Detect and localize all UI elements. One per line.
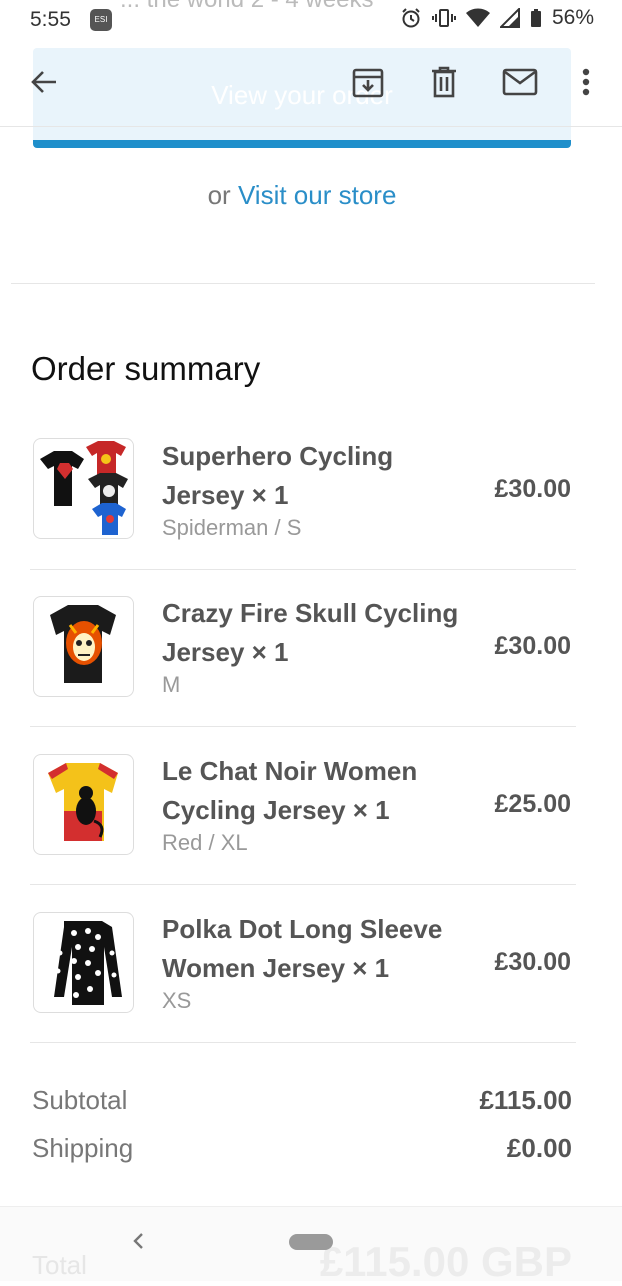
- archive-icon: [352, 68, 384, 98]
- store-line: or Visit our store: [0, 180, 604, 211]
- product-thumbnail: [33, 912, 134, 1013]
- more-options-button[interactable]: [578, 64, 594, 100]
- total-label: Total: [32, 1250, 87, 1280]
- arrow-left-icon: [31, 71, 56, 93]
- product-thumbnail: [33, 754, 134, 855]
- product-thumbnail: [33, 438, 134, 539]
- signal-icon: [499, 8, 520, 28]
- status-time: 5:55: [30, 8, 71, 31]
- item-variant: Red / XL: [162, 830, 248, 855]
- item-name: Crazy Fire Skull Cycling Jersey × 1: [162, 598, 459, 667]
- item-price: £30.00: [494, 948, 571, 976]
- visit-store-link[interactable]: Visit our store: [238, 180, 396, 210]
- item-price: £25.00: [494, 790, 571, 818]
- order-item: Superhero Cycling Jersey × 1 Spiderman /…: [30, 412, 576, 570]
- shipping-label: Shipping: [32, 1133, 134, 1163]
- item-variant: Spiderman / S: [162, 515, 302, 540]
- item-name: Superhero Cycling Jersey × 1: [162, 441, 394, 510]
- item-variant: M: [162, 672, 181, 697]
- order-item: Le Chat Noir Women Cycling Jersey × 1 Re…: [30, 727, 576, 885]
- item-price: £30.00: [494, 475, 571, 503]
- total-value: £115.00 GBP: [319, 1238, 572, 1285]
- more-vertical-icon: [582, 68, 590, 96]
- order-item: Crazy Fire Skull Cycling Jersey × 1 M £3…: [30, 569, 576, 727]
- order-item: Polka Dot Long Sleeve Women Jersey × 1 X…: [30, 885, 576, 1043]
- nav-back-button[interactable]: [128, 1226, 148, 1256]
- subtotal-value: £115.00: [479, 1085, 572, 1115]
- store-prefix: or: [207, 180, 231, 210]
- mail-icon: [502, 68, 538, 96]
- status-background-text: ... the world 2 - 4 weeks: [120, 0, 373, 14]
- subtotal-label: Subtotal: [32, 1085, 128, 1115]
- status-bar: ... the world 2 - 4 weeks 5:55 ESI 56%: [0, 0, 622, 40]
- trash-icon: [432, 66, 456, 98]
- order-summary-title: Order summary: [31, 350, 261, 387]
- app-notification-icon: ESI: [90, 9, 112, 31]
- chevron-left-icon: [133, 1233, 143, 1249]
- battery-percent: 56%: [551, 6, 594, 29]
- item-price: £30.00: [494, 632, 571, 660]
- item-name: Polka Dot Long Sleeve Women Jersey × 1: [162, 914, 443, 983]
- item-variant: XS: [162, 988, 192, 1013]
- item-name: Le Chat Noir Women Cycling Jersey × 1: [162, 756, 418, 825]
- battery-icon: [530, 9, 541, 27]
- nav-home-pill[interactable]: [289, 1234, 333, 1250]
- mark-unread-button[interactable]: [500, 66, 540, 98]
- delete-button[interactable]: [428, 64, 460, 100]
- wifi-icon: [465, 8, 490, 27]
- vibrate-icon: [431, 9, 456, 27]
- status-icons: 56%: [400, 6, 594, 30]
- shipping-value: £0.00: [506, 1133, 572, 1163]
- section-divider: [11, 283, 595, 284]
- alarm-icon: [402, 8, 420, 28]
- product-thumbnail: [33, 596, 134, 697]
- archive-button[interactable]: [350, 64, 386, 100]
- back-button[interactable]: [24, 62, 64, 102]
